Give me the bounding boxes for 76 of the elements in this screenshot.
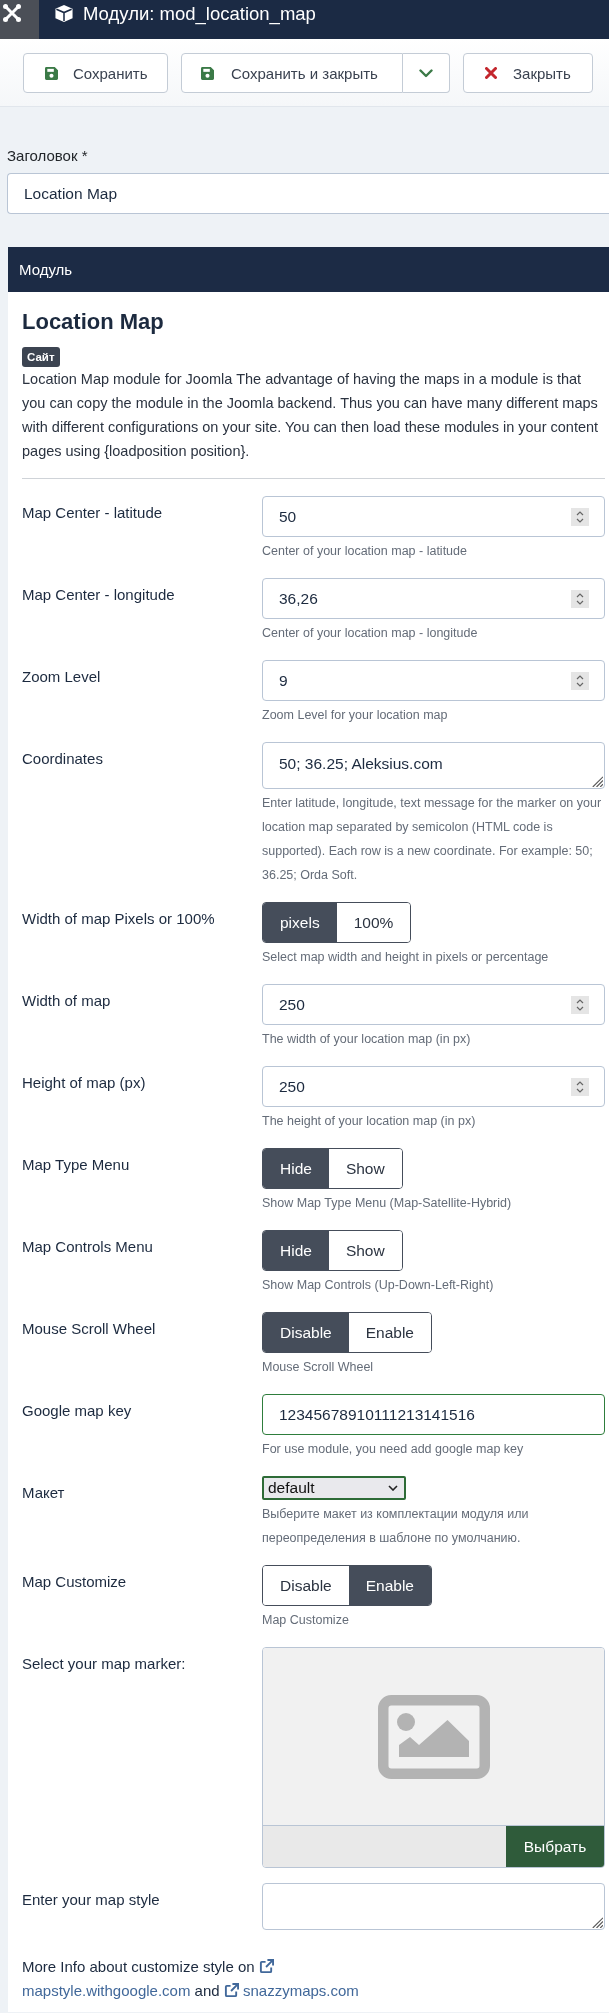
field-label: Map Controls Menu [22, 1237, 154, 1257]
help-text: Select map width and height in pixels or percentage [262, 949, 550, 966]
panel-heading: Location Map [22, 308, 165, 336]
chevron-down-icon [419, 68, 433, 78]
field-label: Map Type Menu [22, 1155, 131, 1175]
number-input[interactable]: 9 [262, 660, 605, 701]
textarea-field[interactable] [262, 1883, 605, 1930]
spinner-icon[interactable] [571, 995, 589, 1014]
textarea-field[interactable]: 50; 36.25; Aleksius.com [262, 742, 605, 789]
field-label: Width of map [22, 991, 112, 1011]
logo-icon [2, 3, 22, 23]
field-label: Mouse Scroll Wheel [22, 1319, 157, 1339]
toggle-option[interactable]: Enable [348, 1566, 431, 1605]
field-label: Select your map marker: [22, 1654, 187, 1674]
number-input[interactable]: 250 [262, 984, 605, 1025]
layout-select[interactable]: default [262, 1476, 406, 1500]
help-text: Center of your location map - latitude [262, 543, 468, 560]
website-link[interactable]: snazzymaps.com [242, 1982, 359, 1999]
spinner-icon[interactable] [571, 589, 589, 608]
help-text: Zoom Level for your location map [262, 707, 449, 724]
spinner-icon[interactable] [571, 1077, 589, 1096]
help-text: Выберите макет из комплектации модуля или переопределения в шаблоне по умолчанию. [262, 1506, 530, 1547]
field-label: Map Customize [22, 1572, 128, 1592]
field-label: Enter your map style [22, 1890, 161, 1910]
select-button[interactable]: Выбрать [506, 1826, 604, 1867]
external-link-icon[interactable] [258, 1959, 274, 1974]
module-description: Location Map module for Joomla The advantage of having the maps in a module is that you can copy the module in the Joomla backend. Thus you can have many different maps with different configurations on your site. You can then load these modules in your content pages using {loadposition position}. [22, 370, 600, 461]
field-label: Заголовок * [7, 146, 89, 166]
help-text: Show Map Controls (Up-Down-Left-Right) [262, 1277, 495, 1294]
field-label: Макет [22, 1483, 66, 1503]
help-text: Mouse Scroll Wheel [262, 1359, 375, 1376]
help-text: For use module, you need add google map key [262, 1441, 525, 1458]
save-button[interactable]: Сохранить [23, 53, 168, 93]
field-label: Coordinates [22, 749, 104, 769]
external-link-icon[interactable] [223, 1983, 239, 1998]
close-button[interactable]: Закрыть [463, 53, 593, 93]
resize-grip-icon [590, 1915, 603, 1928]
number-input[interactable]: 50 [262, 496, 605, 537]
field-label: Google map key [22, 1401, 133, 1421]
dropdown-toggle-button[interactable] [403, 53, 450, 93]
help-text: Center of your location map - longitude [262, 625, 479, 642]
help-text: Enter latitude, longitude, text message for the marker on your location map separated by semicolon (HTML code is supported). Each row is a new coordinate. For example: 50; 36.25; Orda Soft. [262, 795, 603, 884]
number-input[interactable]: 36,26 [262, 578, 605, 619]
tab[interactable]: Модуль [8, 247, 609, 292]
text-input[interactable]: Location Map [7, 173, 609, 214]
page-title: Модули: mod_location_map [83, 2, 316, 27]
close-icon [485, 67, 497, 79]
cube-icon [54, 4, 74, 23]
more-info-text: More Info about customize style on mapstyle.withgoogle.com and snazzymaps.com [22, 1957, 360, 2001]
field-label: Height of map (px) [22, 1073, 147, 1093]
toggle-option[interactable]: Disable [263, 1313, 349, 1352]
toggle-option[interactable]: Hide [263, 1231, 329, 1270]
save-close-button[interactable]: Сохранить и закрыть [181, 53, 403, 93]
chevron-down-icon [388, 1485, 398, 1491]
toggle-option[interactable]: pixels [263, 903, 337, 942]
website-link[interactable]: mapstyle.withgoogle.com [22, 1982, 191, 1999]
spinner-icon[interactable] [571, 671, 589, 690]
text-input[interactable]: 12345678910111213141516 [262, 1394, 605, 1435]
help-text: Map Customize [262, 1612, 350, 1629]
help-text: Show Map Type Menu (Map-Satellite-Hybrid) [262, 1195, 513, 1212]
site-badge: Сайт [22, 347, 60, 367]
field-label: Map Center - longitude [22, 585, 176, 605]
field-label: Zoom Level [22, 667, 102, 687]
field-label: Map Center - latitude [22, 503, 164, 523]
save-icon [45, 66, 58, 80]
home-link[interactable] [0, 0, 39, 39]
image-placeholder-icon [377, 1694, 490, 1779]
resize-grip-icon [590, 774, 603, 787]
toggle-option[interactable]: Hide [263, 1149, 329, 1188]
path-field[interactable] [263, 1826, 506, 1867]
spinner-icon[interactable] [571, 507, 589, 526]
number-input[interactable]: 250 [262, 1066, 605, 1107]
help-text: The height of your location map (in px) [262, 1113, 477, 1130]
help-text: The width of your location map (in px) [262, 1031, 472, 1048]
field-label: Width of map Pixels or 100% [22, 909, 216, 929]
save-icon [201, 66, 214, 80]
